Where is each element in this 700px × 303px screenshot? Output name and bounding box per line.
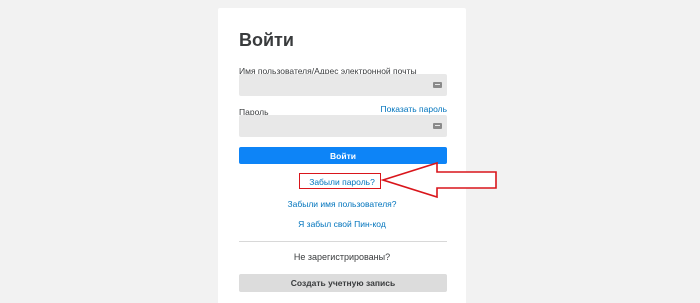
show-password-link[interactable]: Показать пароль	[381, 104, 447, 114]
divider	[239, 241, 447, 242]
password-input[interactable]	[239, 115, 447, 137]
create-account-button[interactable]: Создать учетную запись	[239, 274, 447, 292]
username-input[interactable]	[239, 74, 447, 96]
annotation-highlight-box	[299, 173, 381, 189]
arrow-pointer-icon	[380, 161, 497, 199]
login-card: Войти Имя пользователя/Адрес электронной…	[218, 8, 466, 303]
not-registered-text: Не зарегистрированы?	[293, 252, 391, 262]
page-title: Войти	[239, 30, 294, 50]
page: Войти Имя пользователя/Адрес электронной…	[0, 0, 700, 303]
keyboard-icon	[433, 123, 442, 129]
keyboard-icon	[433, 82, 442, 88]
forgot-pin-link[interactable]: Я забыл свой Пин-код	[218, 219, 466, 229]
forgot-username-link[interactable]: Забыли имя пользователя?	[218, 199, 466, 209]
